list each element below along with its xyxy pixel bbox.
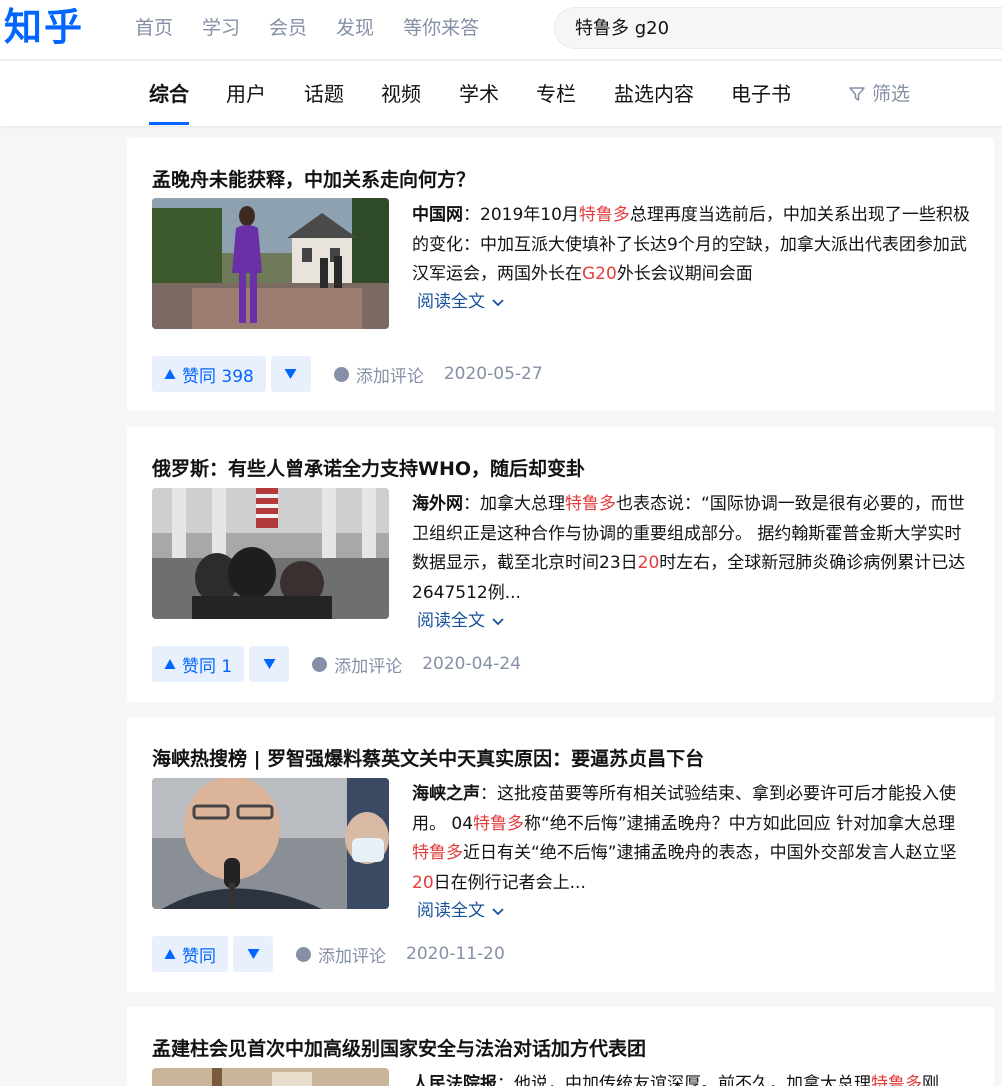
comment-icon [333,366,349,382]
search-input[interactable]: 特鲁多 g20 [554,7,1002,49]
triangle-up-icon [164,949,176,959]
add-comment-label: 添加评论 [318,946,386,967]
zhihu-logo[interactable]: 知乎 [4,4,84,50]
comment-icon [312,656,328,672]
result-title[interactable]: 孟晚舟未能获释，中加关系走向何方？ [152,166,475,194]
read-more-label: 阅读全文 [417,292,485,312]
result-thumbnail[interactable] [152,778,389,909]
read-more-link[interactable]: 阅读全文 [417,289,505,315]
chevron-down-icon [492,908,504,916]
tab-topics[interactable]: 话题 [304,80,344,108]
result-date: 2020-05-27 [443,364,543,384]
result-card: 孟晚舟未能获释，中加关系走向何方？ 中国网：2019年10月特鲁多总理再度当选前… [127,138,994,411]
vote-down-button[interactable] [249,646,290,682]
add-comment-label: 添加评论 [355,366,424,387]
result-title[interactable]: 俄罗斯：有些人曾承诺全力支持WHO，随后却变卦 [152,455,585,483]
triangle-down-icon [263,659,276,669]
tab-all[interactable]: 综合 [149,80,189,108]
tab-users[interactable]: 用户 [226,80,266,108]
excerpt-text: 外长会议期间会面 [616,264,753,284]
result-card: 俄罗斯：有些人曾承诺全力支持WHO，随后却变卦 海外网：加拿大总理特鲁多也表态说… [127,427,994,702]
result-excerpt[interactable]: 海外网：加拿大总理特鲁多也表态说：“国际协调一致是很有必要的，而世卫组织正是这种… [412,490,972,608]
result-title[interactable]: 孟建柱会见首次中加高级别国家安全与法治对话加方代表团 [152,1035,646,1063]
chevron-down-icon [492,299,504,307]
active-tab-indicator [149,122,189,125]
tab-salt-content[interactable]: 盐选内容 [614,80,694,108]
highlight-term: 20 [637,553,660,573]
add-comment-button[interactable]: 添加评论 [333,362,424,387]
result-source: 人民法院报 [412,1074,497,1086]
highlight-term: 特鲁多 [871,1074,922,1086]
result-source: 海峡之声 [412,784,480,804]
nav-home[interactable]: 首页 [135,14,173,42]
vote-up-button[interactable]: 赞同 [152,936,228,972]
comment-icon [296,946,311,962]
tab-ebooks[interactable]: 电子书 [731,80,791,108]
filter-button[interactable]: 筛选 [848,80,910,108]
result-excerpt[interactable]: 中国网：2019年10月特鲁多总理再度当选前后，中加关系出现了一些积极的变化：中… [412,201,972,290]
result-actions: 赞同 添加评论 2020-11-20 [152,936,505,972]
result-date: 2020-04-24 [422,654,522,674]
read-more-link[interactable]: 阅读全文 [417,608,505,634]
result-thumbnail[interactable] [152,488,389,619]
result-title[interactable]: 海峡热搜榜 | 罗智强爆料蔡英文关中天真实原因：要逼苏贞昌下台 [152,745,704,773]
highlight-term: 特鲁多 [412,843,463,863]
read-more-label: 阅读全文 [417,611,485,631]
tab-columns[interactable]: 专栏 [536,80,576,108]
vote-up-label: 赞同 1 [182,656,233,677]
highlight-term: G20 [582,264,617,284]
result-excerpt[interactable]: 海峡之声：这批疫苗要等所有相关试验结束、拿到必要许可后才能投入使用。 04特鲁多… [412,780,972,898]
tab-academic[interactable]: 学术 [459,80,499,108]
read-more-link[interactable]: 阅读全文 [417,898,505,924]
result-source: 海外网 [412,494,463,514]
search-tabs: 综合 用户 话题 视频 学术 专栏 盐选内容 电子书 筛选 [0,61,1002,126]
filter-label: 筛选 [872,83,911,105]
excerpt-text: 近日有关“绝不后悔”逮捕孟晚舟的表态，中国外交部发言人赵立坚 [463,843,957,863]
highlight-term: 特鲁多 [578,205,630,225]
triangle-up-icon [164,659,176,669]
result-card: 海峡热搜榜 | 罗智强爆料蔡英文关中天真实原因：要逼苏贞昌下台 海峡之声：这批疫… [127,717,994,992]
nav-learn[interactable]: 学习 [202,14,240,42]
excerpt-text: 日在例行记者会上... [433,872,586,893]
excerpt-text: ：2019年10月 [463,205,579,225]
excerpt-text: 称“绝不后悔”逮捕孟晚舟？中方如此回应 针对加拿大总理 [524,813,956,834]
result-excerpt[interactable]: 人民法院报：他说，中加传统友谊深厚。前不久，加拿大总理特鲁多刚 [412,1070,972,1086]
result-source: 中国网 [412,205,463,225]
highlight-term: 特鲁多 [565,494,616,514]
read-more-label: 阅读全文 [417,901,485,921]
nav-discover[interactable]: 发现 [336,14,374,42]
main-nav: 首页 学习 会员 发现 等你来答 [135,14,479,42]
highlight-term: 20 [412,872,434,893]
result-actions: 赞同 1 添加评论 2020-04-24 [152,646,521,682]
top-header: 知乎 首页 学习 会员 发现 等你来答 特鲁多 g20 [0,0,1002,60]
vote-down-button[interactable] [270,356,311,392]
triangle-down-icon [247,949,259,959]
filter-icon [849,87,865,101]
triangle-up-icon [164,369,176,379]
vote-up-label: 赞同 398 [182,366,254,387]
highlight-term: 特鲁多 [473,813,525,834]
add-comment-button[interactable]: 添加评论 [311,652,402,677]
excerpt-text: ：他说，中加传统友谊深厚。前不久，加拿大总理 [497,1074,871,1086]
result-thumbnail[interactable] [152,198,389,329]
vote-up-label: 赞同 [182,946,216,967]
result-actions: 赞同 398 添加评论 2020-05-27 [152,356,543,392]
add-comment-button[interactable]: 添加评论 [295,942,386,967]
result-date: 2020-11-20 [406,944,505,964]
tab-videos[interactable]: 视频 [381,80,421,108]
excerpt-text: ：加拿大总理 [463,494,565,514]
nav-waiting-answers[interactable]: 等你来答 [403,14,479,42]
search-input-value: 特鲁多 g20 [575,18,670,39]
result-thumbnail[interactable] [152,1068,389,1086]
nav-vip[interactable]: 会员 [269,14,307,42]
chevron-down-icon [492,618,504,626]
add-comment-label: 添加评论 [334,656,403,677]
triangle-down-icon [284,369,297,379]
vote-down-button[interactable] [233,936,273,972]
vote-up-button[interactable]: 赞同 1 [152,646,245,682]
result-card: 孟建柱会见首次中加高级别国家安全与法治对话加方代表团 人民法院报：他说，中加传统… [127,1007,994,1086]
excerpt-text: 刚 [922,1074,939,1086]
vote-up-button[interactable]: 赞同 398 [152,356,266,392]
